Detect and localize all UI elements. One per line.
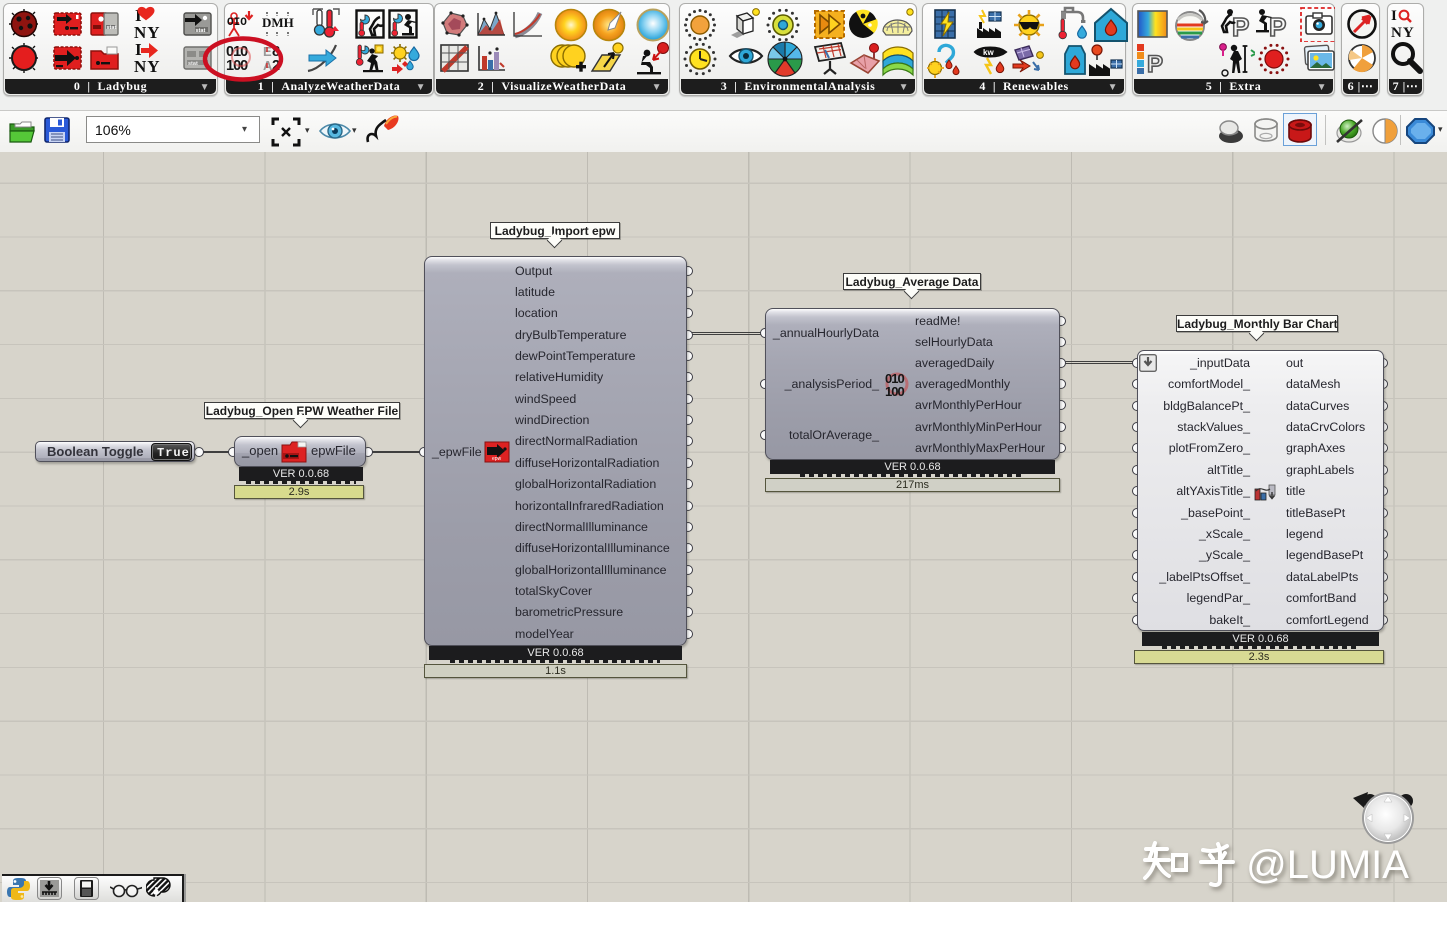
svg-text:DMH: DMH xyxy=(262,15,294,30)
svg-text:P: P xyxy=(1232,12,1249,42)
svg-text:OIO: OIO xyxy=(227,17,247,29)
svg-text:epw: epw xyxy=(492,456,502,462)
svg-text:P: P xyxy=(1269,12,1286,42)
svg-text:stat: stat xyxy=(188,61,198,67)
svg-text:P: P xyxy=(1147,51,1163,76)
svg-text:100: 100 xyxy=(885,384,904,398)
svg-text:NY: NY xyxy=(1391,25,1415,41)
svg-text:stat: stat xyxy=(107,25,117,31)
svg-text:I: I xyxy=(1391,8,1397,24)
svg-text:kw: kw xyxy=(983,48,994,57)
svg-text:stat: stat xyxy=(196,28,206,34)
svg-text:NY: NY xyxy=(134,57,161,74)
